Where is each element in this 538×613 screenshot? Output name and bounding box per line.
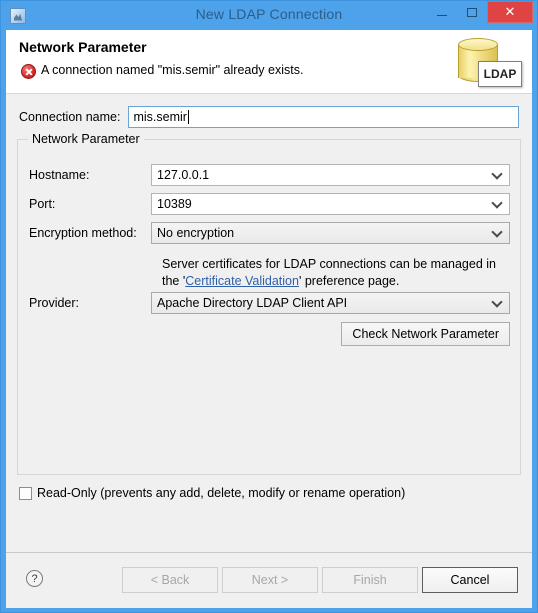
encryption-method-combo[interactable]: No encryption bbox=[151, 222, 510, 244]
network-parameter-group: Network Parameter Hostname: 127.0.0.1 Po… bbox=[17, 132, 521, 475]
minimize-icon bbox=[437, 15, 447, 16]
connection-name-input[interactable]: mis.semir bbox=[128, 106, 519, 128]
dialog-footer: ? < Back Next > Finish Cancel bbox=[6, 552, 532, 608]
error-icon bbox=[21, 64, 36, 79]
connection-name-value: mis.semir bbox=[133, 110, 187, 124]
dialog-body: Connection name: mis.semir Network Param… bbox=[6, 94, 532, 552]
ldap-label: LDAP bbox=[478, 61, 522, 87]
port-row: Port: 10389 bbox=[29, 193, 510, 215]
provider-value: Apache Directory LDAP Client API bbox=[157, 296, 348, 310]
chevron-down-icon bbox=[491, 168, 503, 180]
port-value: 10389 bbox=[157, 197, 192, 211]
next-button[interactable]: Next > bbox=[222, 567, 318, 593]
dialog-header: Network Parameter A connection named "mi… bbox=[6, 30, 532, 94]
cancel-button[interactable]: Cancel bbox=[422, 567, 518, 593]
provider-label: Provider: bbox=[29, 296, 80, 310]
maximize-icon bbox=[467, 7, 477, 17]
read-only-row[interactable]: Read-Only (prevents any add, delete, mod… bbox=[19, 486, 405, 500]
port-label: Port: bbox=[29, 197, 56, 211]
certificate-note: Server certificates for LDAP connections… bbox=[162, 256, 508, 290]
chevron-down-icon bbox=[491, 296, 503, 308]
read-only-label: Read-Only (prevents any add, delete, mod… bbox=[37, 486, 406, 500]
dialog-buttons: < Back Next > Finish Cancel bbox=[122, 567, 518, 593]
error-message: A connection named "mis.semir" already e… bbox=[41, 63, 304, 77]
text-caret bbox=[187, 110, 189, 124]
port-combo[interactable]: 10389 bbox=[151, 193, 510, 215]
certificate-note-suffix: ' preference page. bbox=[298, 274, 400, 288]
finish-button[interactable]: Finish bbox=[322, 567, 418, 593]
close-button[interactable]: ✕ bbox=[487, 1, 533, 23]
provider-combo[interactable]: Apache Directory LDAP Client API bbox=[151, 292, 510, 314]
app-icon bbox=[10, 7, 26, 24]
certificate-validation-link[interactable]: Certificate Validation bbox=[185, 274, 299, 288]
hostname-value: 127.0.0.1 bbox=[157, 168, 210, 182]
encryption-method-label: Encryption method: bbox=[29, 226, 137, 240]
hostname-label: Hostname: bbox=[29, 168, 90, 182]
hostname-combo[interactable]: 127.0.0.1 bbox=[151, 164, 510, 186]
dialog-window: New LDAP Connection ✕ Network Parameter … bbox=[0, 0, 538, 613]
title-bar[interactable]: New LDAP Connection ✕ bbox=[1, 1, 537, 30]
connection-name-row: Connection name: mis.semir bbox=[6, 106, 532, 128]
chevron-down-icon bbox=[491, 226, 503, 238]
hostname-row: Hostname: 127.0.0.1 bbox=[29, 164, 510, 186]
encryption-method-value: No encryption bbox=[157, 226, 235, 240]
chevron-down-icon bbox=[491, 197, 503, 209]
network-parameter-group-title: Network Parameter bbox=[28, 132, 144, 146]
read-only-checkbox[interactable] bbox=[19, 486, 32, 500]
page-title: Network Parameter bbox=[19, 39, 147, 55]
check-network-parameter-button[interactable]: Check Network Parameter bbox=[341, 322, 510, 346]
help-button[interactable]: ? bbox=[26, 570, 43, 587]
provider-row: Provider: Apache Directory LDAP Client A… bbox=[29, 292, 510, 314]
minimize-button[interactable] bbox=[427, 1, 457, 23]
ldap-logo: LDAP bbox=[452, 34, 524, 92]
maximize-button[interactable] bbox=[457, 1, 487, 23]
encryption-method-row: Encryption method: No encryption bbox=[29, 222, 510, 244]
back-button[interactable]: < Back bbox=[122, 567, 218, 593]
connection-name-label: Connection name: bbox=[19, 110, 121, 124]
caption-buttons: ✕ bbox=[427, 1, 537, 30]
